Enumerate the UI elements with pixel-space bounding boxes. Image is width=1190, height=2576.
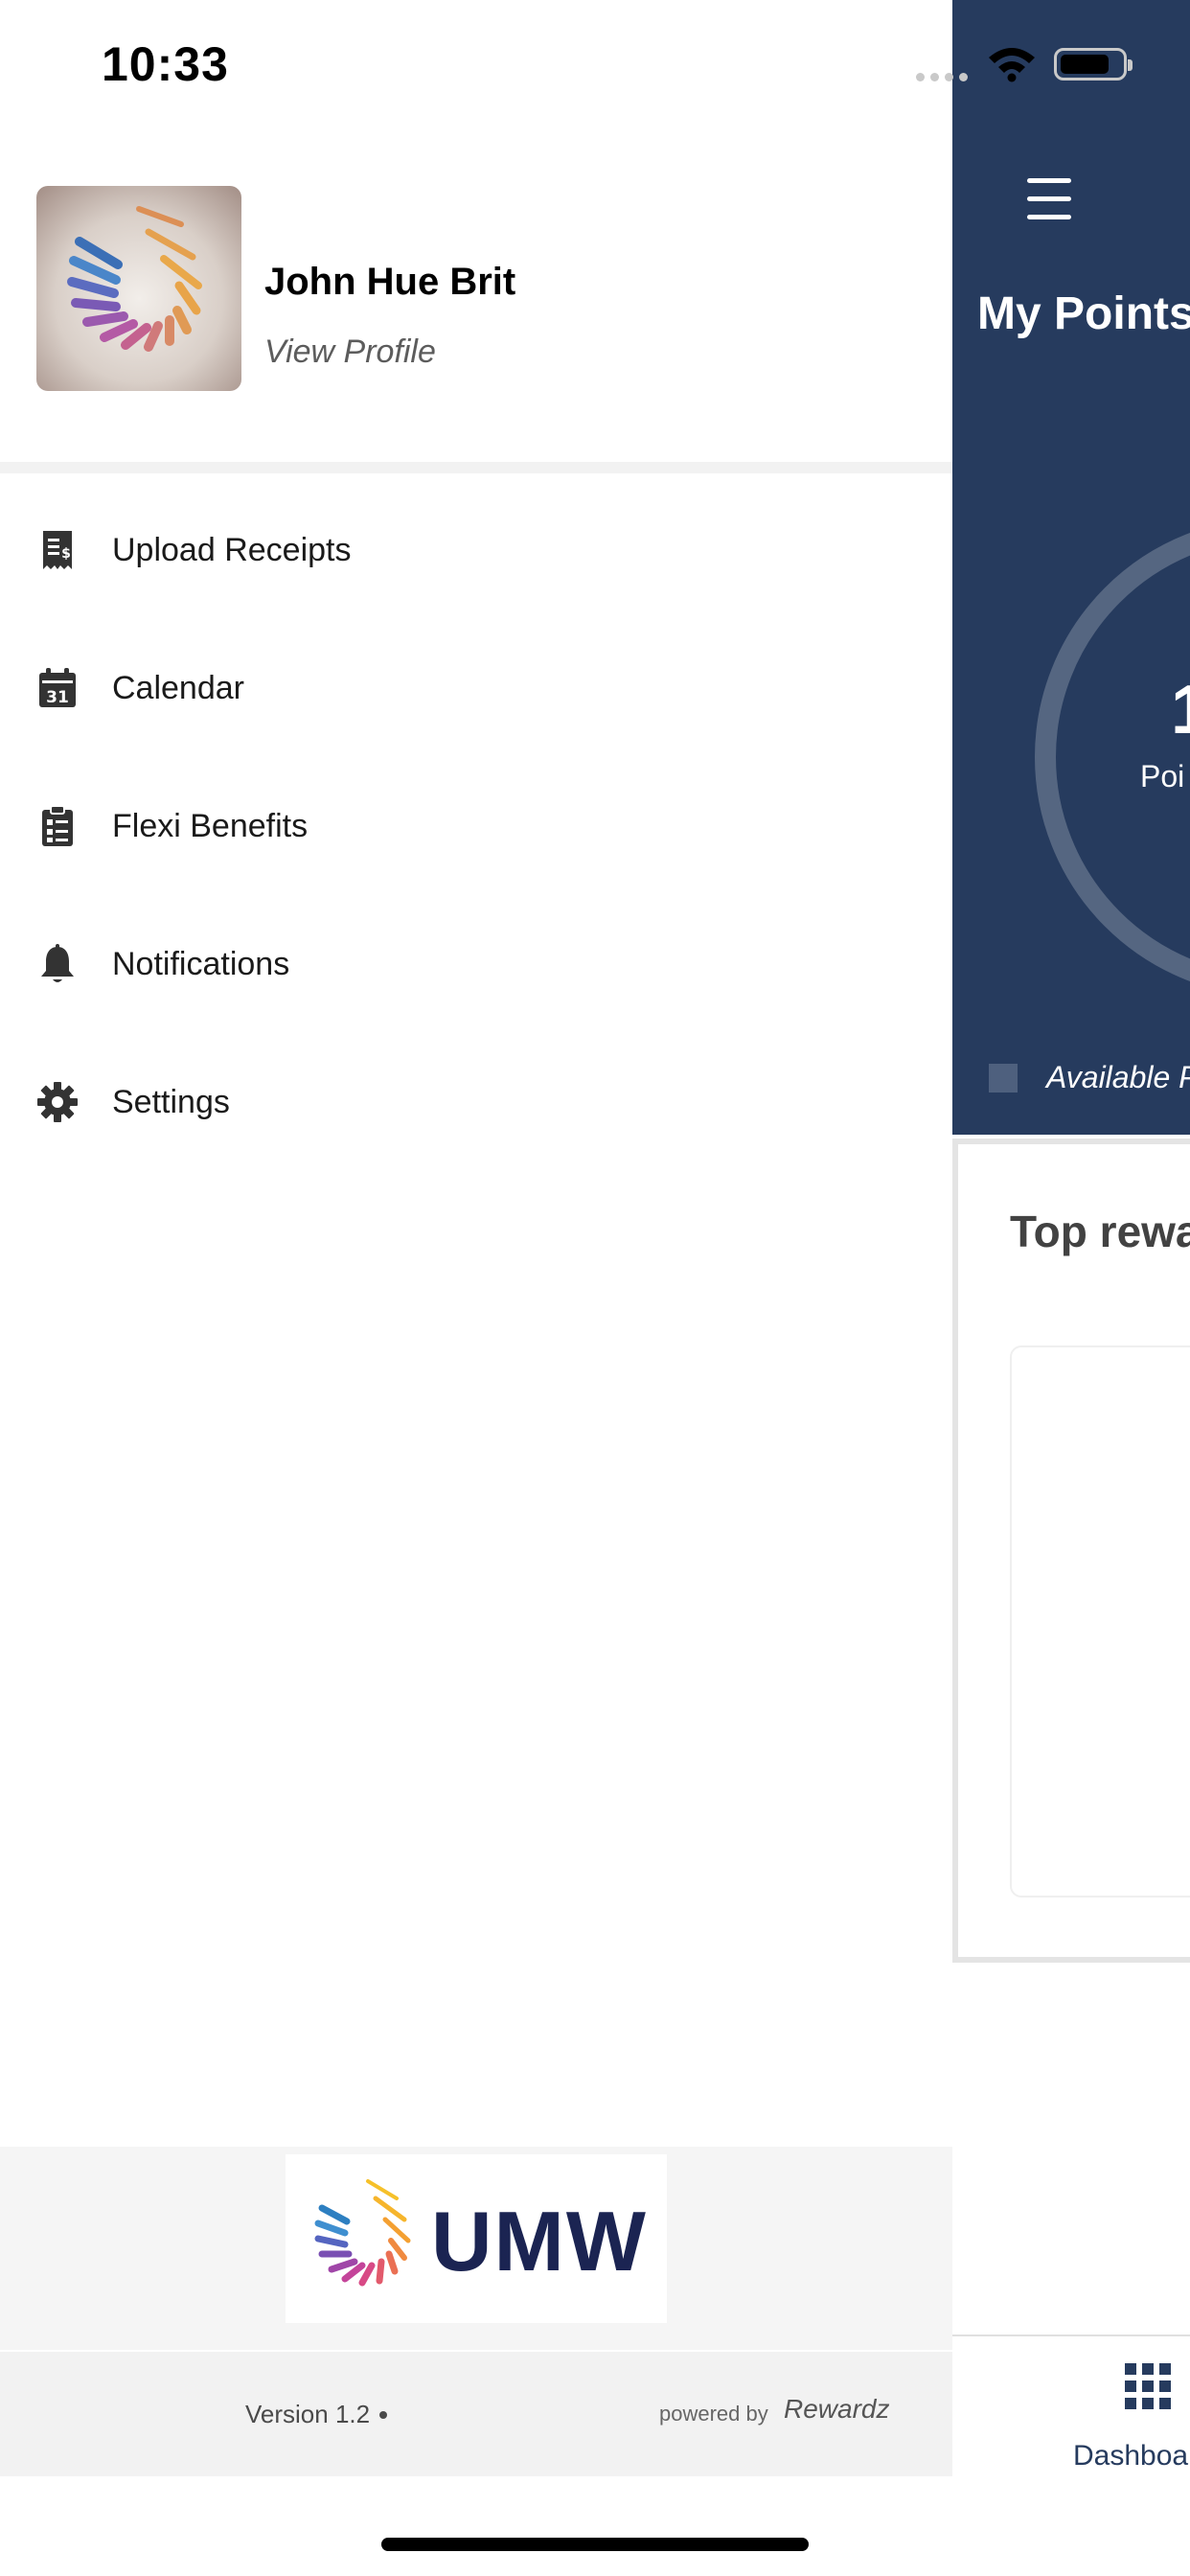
umw-logo-text: UMW: [431, 2194, 648, 2288]
avatar[interactable]: [36, 186, 241, 391]
points-label: Poi: [1140, 759, 1185, 794]
status-time: 10:33: [102, 37, 229, 91]
points-value: 1: [1171, 671, 1190, 749]
menu-item-label: Notifications: [112, 945, 290, 982]
version-text: Version 1.2: [245, 2400, 371, 2428]
top-rewards-title: Top rewa: [1010, 1207, 1190, 1256]
svg-text:$: $: [61, 546, 71, 562]
hamburger-menu-icon[interactable]: [1027, 178, 1071, 219]
menu-item-settings[interactable]: Settings: [0, 1045, 952, 1160]
checklist-icon: [42, 805, 73, 846]
drawer-divider: [0, 462, 952, 473]
calendar-icon: 31: [39, 668, 76, 707]
tab-dashboard[interactable]: Dashboa: [1073, 2440, 1188, 2472]
menu-item-label: Upload Receipts: [112, 531, 352, 568]
menu-item-label: Settings: [112, 1083, 230, 1120]
background-app: My Points 1 Poi Available P Top rewa Das…: [952, 0, 1190, 2576]
receipt-icon: $: [43, 531, 72, 569]
legend-swatch: [989, 1064, 1018, 1092]
menu-item-notifications[interactable]: Notifications: [0, 907, 952, 1022]
legend-label: Available P: [1046, 1060, 1190, 1094]
menu-item-flexi-benefits[interactable]: Flexi Benefits: [0, 769, 952, 884]
navigation-drawer: 10:33 John Hue Brit View Profile $ Uploa…: [0, 0, 952, 2576]
gear-icon: [37, 1082, 78, 1122]
menu-item-calendar[interactable]: 31 Calendar: [0, 631, 952, 746]
menu-item-upload-receipts[interactable]: $ Upload Receipts: [0, 493, 952, 608]
view-profile-link[interactable]: View Profile: [264, 334, 436, 371]
svg-text:31: 31: [46, 688, 69, 707]
reward-item-card[interactable]: [1010, 1346, 1190, 1898]
my-points-title: My Points: [977, 288, 1190, 339]
signal-dots-icon: [916, 73, 970, 82]
battery-icon: [1054, 48, 1133, 80]
bell-icon: [41, 944, 74, 982]
dashboard-grid-icon[interactable]: [1125, 2363, 1171, 2409]
menu-item-label: Flexi Benefits: [112, 807, 309, 844]
powered-by-text: powered by: [659, 2402, 768, 2426]
umw-logo: UMW: [286, 2154, 667, 2323]
umw-logo-avatar-icon: [67, 206, 202, 352]
umw-swoosh-icon: [314, 2179, 411, 2287]
home-indicator[interactable]: [381, 2538, 809, 2551]
rewardz-logo-text: Rewardz: [784, 2394, 890, 2424]
version-separator: [379, 2411, 387, 2419]
profile-name: John Hue Brit: [264, 261, 516, 303]
wifi-icon: [989, 48, 1035, 82]
menu-item-label: Calendar: [112, 669, 244, 706]
